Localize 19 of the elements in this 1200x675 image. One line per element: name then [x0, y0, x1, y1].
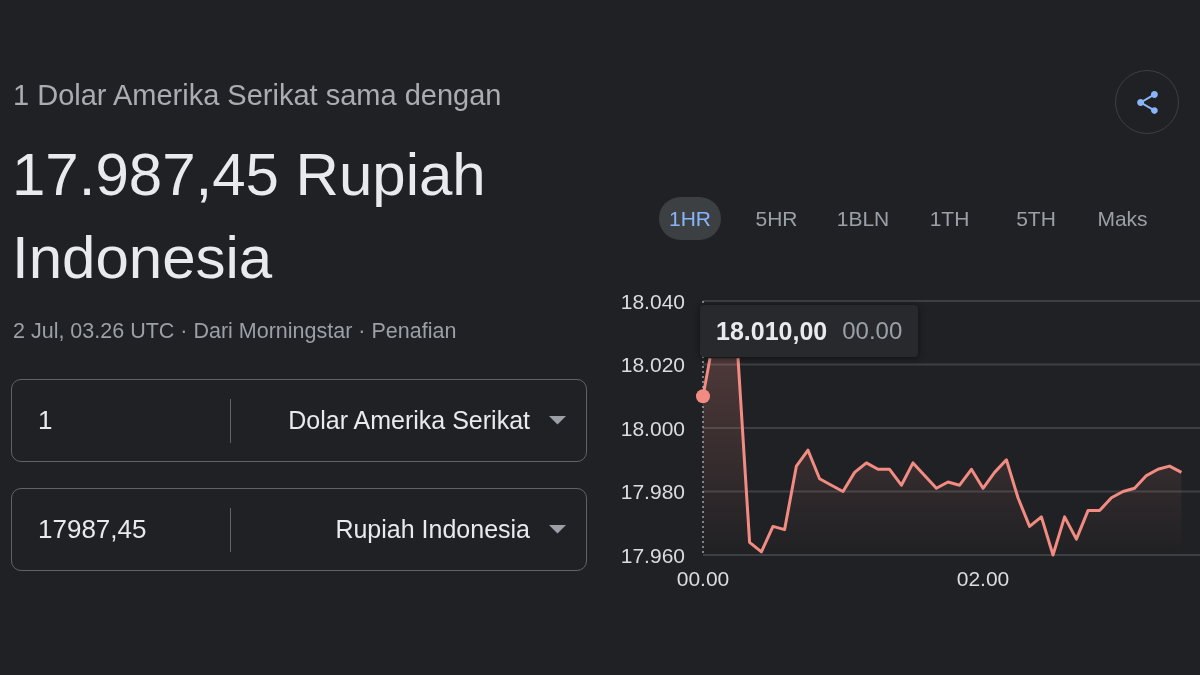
disclaimer-link[interactable]: Penafian	[371, 319, 457, 343]
range-tab[interactable]: 1HR	[659, 197, 721, 240]
share-icon	[1136, 90, 1158, 114]
caret-icon	[549, 525, 566, 534]
range-tab[interactable]: 1BLN	[832, 197, 894, 240]
conversion-result: 17.987,45 Rupiah Indonesia	[11, 140, 487, 293]
range-tab[interactable]: 1TH	[918, 197, 981, 240]
source-line: 2 Jul, 03.26 UTC · Dari Morningstar · Penafian	[12, 319, 457, 343]
converter-field[interactable]: 17987,45 Rupiah Indonesia	[11, 488, 587, 571]
range-tab[interactable]: 5HR	[745, 197, 808, 240]
amount-input[interactable]: 1	[12, 390, 230, 451]
currency-dropdown[interactable]: Dolar Amerika Serikat	[231, 390, 586, 451]
currency-dropdown[interactable]: Rupiah Indonesia	[231, 499, 586, 560]
range-tab[interactable]: Maks	[1091, 197, 1154, 240]
converter-field[interactable]: 1 Dolar Amerika Serikat	[11, 379, 587, 462]
caret-icon	[549, 416, 566, 425]
amount-input[interactable]: 17987,45	[12, 499, 230, 560]
conversion-label: 1 Dolar Amerika Serikat sama dengan	[12, 78, 502, 112]
range-tab[interactable]: 5TH	[1005, 197, 1067, 240]
